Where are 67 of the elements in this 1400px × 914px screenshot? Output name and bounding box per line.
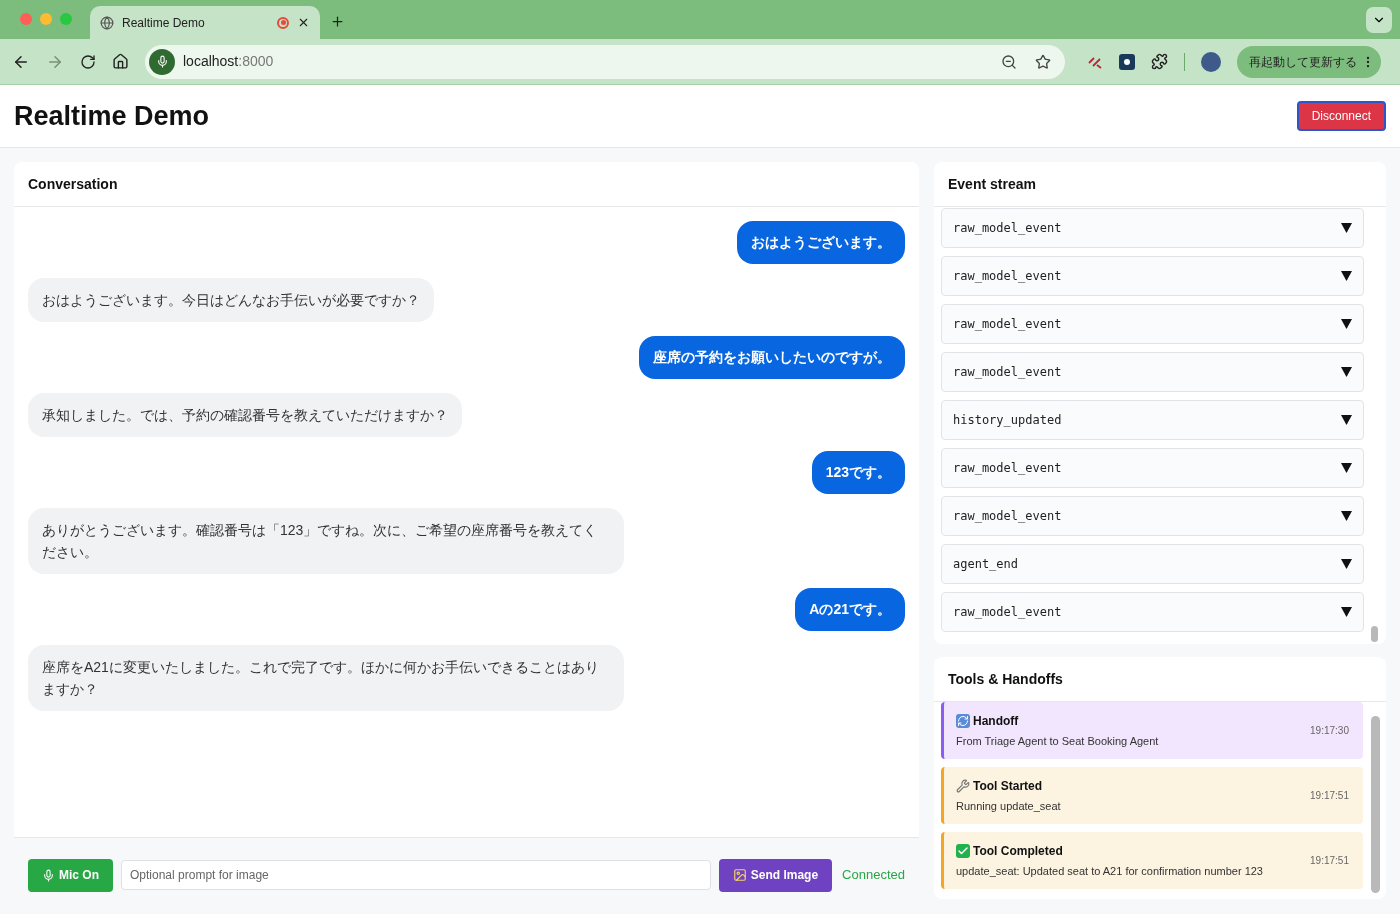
event-row[interactable]: raw_model_event	[941, 496, 1364, 536]
event-detail: update_seat: Updated seat to A21 for confirmation number 123	[956, 863, 1263, 879]
extensions-icon[interactable]	[1151, 53, 1168, 70]
tab-title: Realtime Demo	[122, 14, 206, 32]
event-row[interactable]: raw_model_event	[941, 304, 1364, 344]
event-row[interactable]: raw_model_event	[941, 208, 1364, 248]
page-title: Realtime Demo	[14, 99, 210, 133]
event-detail: Running update_seat	[956, 798, 1061, 814]
event-detail: From Triage Agent to Seat Booking Agent	[956, 733, 1159, 749]
assistant-message: おはようございます。今日はどんなお手伝いが必要ですか？	[28, 278, 434, 322]
event-row[interactable]: raw_model_event	[941, 256, 1364, 296]
extension-icon[interactable]	[1119, 53, 1135, 70]
globe-icon	[100, 15, 114, 30]
url-text: localhost:8000	[183, 52, 275, 71]
scrollbar-thumb[interactable]	[1371, 716, 1380, 893]
reload-icon[interactable]	[80, 53, 96, 70]
event-time: 19:17:30	[1310, 724, 1349, 738]
user-message: 123です。	[811, 451, 905, 494]
event-time: 19:17:51	[1310, 854, 1349, 868]
bookmark-star-icon[interactable]	[1035, 53, 1051, 70]
disconnect-button[interactable]: Disconnect	[1296, 101, 1386, 131]
caret-icon	[1341, 463, 1352, 473]
wrench-icon	[956, 778, 970, 793]
assistant-message: 座席をA21に変更いたしました。これで完了です。ほかに何かお手伝いできることはありますか？	[28, 645, 625, 711]
event-title: Tool Completed	[973, 842, 1063, 860]
scrollbar-thumb[interactable]	[1371, 626, 1378, 642]
home-icon[interactable]	[112, 53, 129, 70]
caret-icon	[1341, 559, 1352, 569]
caret-icon	[1341, 607, 1352, 617]
address-bar[interactable]: localhost:8000	[145, 44, 1065, 79]
prompt-input[interactable]: Optional prompt for image	[121, 860, 711, 890]
profile-avatar[interactable]	[1201, 51, 1221, 72]
event-title: Tool Started	[973, 777, 1043, 795]
assistant-message: ありがとうございます。確認番号は「123」ですね。次に、ご希望の座席番号を教えてください。	[28, 508, 625, 574]
update-button[interactable]: 再起動して更新する	[1237, 45, 1381, 78]
microphone-indicator-icon[interactable]	[149, 48, 175, 75]
event-time: 19:17:51	[1310, 789, 1349, 803]
caret-icon	[1341, 223, 1352, 233]
user-message: Aの21です。	[795, 588, 905, 631]
caret-icon	[1341, 319, 1352, 329]
event-row[interactable]: raw_model_event	[941, 352, 1364, 392]
connection-status: Connected	[842, 866, 905, 885]
user-message: おはようございます。	[737, 221, 905, 264]
user-message: 座席の予約をお願いしたいのですが。	[639, 336, 905, 379]
event-row[interactable]: raw_model_event	[941, 592, 1364, 632]
send-image-button[interactable]: Send Image	[718, 858, 833, 892]
check-icon	[956, 843, 970, 858]
microphone-icon	[42, 868, 55, 882]
caret-icon	[1341, 511, 1352, 521]
event-title: Handoff	[973, 712, 1019, 730]
close-tab-icon[interactable]	[297, 16, 310, 29]
event-row[interactable]: history_updated	[941, 400, 1364, 440]
picture-icon	[732, 868, 747, 882]
new-tab-icon[interactable]	[330, 14, 345, 29]
caret-icon	[1341, 271, 1352, 281]
browser-tab[interactable]: Realtime Demo	[90, 6, 320, 39]
panel-title: Conversation	[14, 162, 919, 207]
caret-icon	[1341, 367, 1352, 377]
refresh-icon	[956, 713, 970, 728]
tab-list-button[interactable]	[1366, 7, 1392, 33]
assistant-message: 承知しました。では、予約の確認番号を教えていただけますか？	[28, 393, 462, 437]
caret-icon	[1341, 415, 1352, 425]
panel-title: Event stream	[934, 162, 1386, 207]
event-row[interactable]: agent_end	[941, 544, 1364, 584]
zoom-icon[interactable]	[1001, 53, 1017, 70]
event-row[interactable]: raw_model_event	[941, 448, 1364, 488]
recording-icon	[277, 16, 289, 29]
